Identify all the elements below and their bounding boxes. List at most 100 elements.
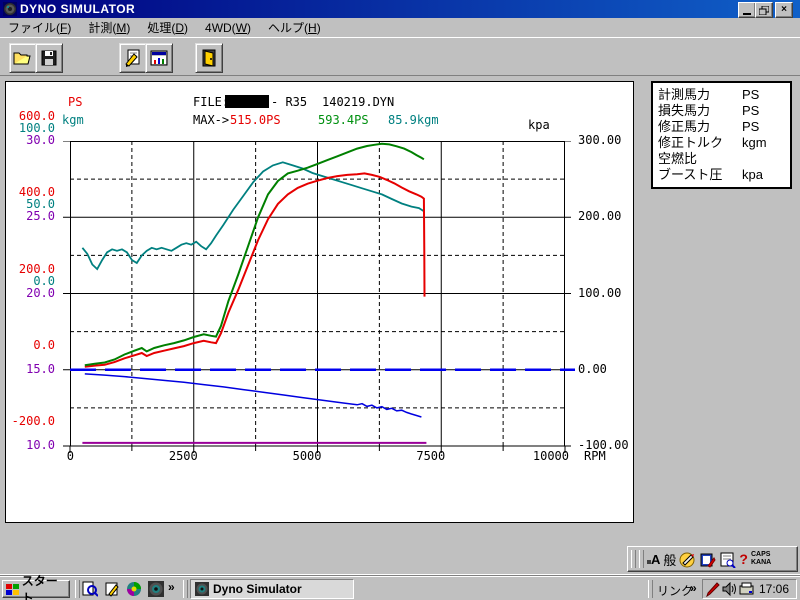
y-axis-label: 200.0 (18, 261, 55, 276)
menu-item-M[interactable]: 計測(M) (88, 19, 130, 36)
legend-label-4: 空燃比 (658, 151, 698, 166)
legend-unit-3: kgm (742, 135, 767, 150)
legend-label-3: 修正トルク (658, 135, 724, 150)
ime-caps-kana-indicator[interactable]: CAPS KANA (751, 551, 771, 567)
max-measured-ps: 515.0PS (230, 113, 281, 127)
task-button-dyno-simulator[interactable]: Dyno Simulator (190, 579, 354, 599)
legend-label-5: ブースト圧 (658, 167, 723, 182)
app-icon (3, 2, 17, 16)
file-name: - R35 (271, 95, 308, 109)
curve-ps-blue (84, 373, 422, 418)
windows-logo-icon (6, 583, 19, 595)
legend-row-0: 計測馬力 PS (653, 87, 790, 103)
quicklaunch-overflow-chevron[interactable]: » (168, 580, 175, 594)
menubar: ファイル(F) 計測(M) 処理(D) 4WD(W) ヘルプ(H) (0, 18, 800, 37)
quicklaunch-separator (75, 580, 80, 598)
task-label: Dyno Simulator (213, 582, 302, 596)
legend-row-4: 空燃比 (653, 151, 790, 167)
right-axis-label: -100.00 (578, 438, 629, 452)
y-axis-label: 0.0 (33, 337, 55, 352)
menu-item-F[interactable]: ファイル(F) (8, 19, 71, 36)
quicklaunch-dyno-icon[interactable] (148, 581, 164, 597)
restore-icon (759, 5, 769, 15)
y-axis-label: 0.0 (33, 273, 55, 288)
document-pencil-icon (125, 49, 140, 67)
menu-item-H[interactable]: ヘルプ(H) (268, 19, 321, 36)
ime-help-button[interactable]: ? (739, 551, 748, 567)
screen: DYNO SIMULATOR × ファイル(F) 計測(M) 処理(D) 4WD(W)… (0, 0, 800, 600)
report-view-button[interactable] (145, 43, 173, 73)
titlebar: DYNO SIMULATOR × (0, 0, 800, 18)
legend-label-2: 修正馬力 (658, 119, 711, 134)
right-axis-label: 300.00 (578, 133, 622, 147)
legend-box: 計測馬力 PS 損失馬力 PS 修正馬力 PS 修正トルク kgm 空燃比 ブースト圧 kpa (651, 81, 792, 189)
file-name-redaction (225, 95, 269, 108)
toolbar (0, 37, 800, 76)
ime-bar: A 般 ? CAPS KANA (627, 546, 798, 572)
close-button[interactable]: × (775, 2, 793, 18)
start-label: スタート (21, 574, 58, 600)
legend-row-1: 損失馬力 PS (653, 103, 790, 119)
right-axis-label: 0.00 (578, 361, 607, 376)
floppy-disk-icon (41, 50, 57, 66)
legend-row-5: ブースト圧 kpa (653, 167, 790, 183)
legend-row-2: 修正馬力 PS (653, 119, 790, 135)
menu-item-D[interactable]: 処理(D) (147, 19, 188, 36)
ime-tools-icon[interactable] (679, 551, 696, 568)
quicklaunch-search-icon[interactable] (82, 581, 98, 597)
legend-row-3: 修正トルク kgm (653, 135, 790, 151)
max-corrected-ps: 593.4PS (318, 113, 369, 127)
tray-volume-icon[interactable] (722, 582, 737, 596)
tray-clock[interactable]: 17:06 (759, 582, 789, 596)
task-dyno-icon (195, 582, 209, 596)
legend-unit-0: PS (742, 87, 760, 102)
legend-unit-5: kpa (742, 167, 763, 182)
exit-door-icon (202, 49, 216, 67)
right-axis-label: 100.00 (578, 285, 622, 300)
legend-unit-2: PS (742, 119, 760, 134)
tray-device-icon[interactable] (739, 582, 754, 596)
links-toolbar-label[interactable]: リンク (657, 582, 693, 599)
tray-pen-icon[interactable] (706, 581, 720, 597)
ime-drag-handle[interactable] (631, 550, 636, 568)
measure-edit-button[interactable] (119, 43, 147, 73)
ime-pad-icon[interactable] (719, 551, 737, 568)
max-torque-kgm: 85.9kgm (388, 113, 439, 127)
minimize-button[interactable] (738, 2, 756, 18)
max-label: MAX-> (193, 113, 230, 127)
menu-item-W[interactable]: 4WD(W) (205, 21, 251, 35)
links-overflow-chevron[interactable]: » (690, 581, 697, 595)
kgm-axis-title: kgm (62, 113, 84, 127)
save-file-button[interactable] (35, 43, 63, 73)
ime-dictionary-icon[interactable] (699, 551, 716, 568)
start-button[interactable]: スタート (2, 574, 70, 600)
exit-button[interactable] (195, 43, 223, 73)
curve-ps-red (84, 172, 426, 368)
minimize-icon (743, 13, 751, 15)
y-axis-label: 20.0 (26, 285, 55, 300)
task-separator (183, 580, 188, 598)
legend-label-0: 計測馬力 (658, 87, 711, 102)
legend-unit-1: PS (742, 103, 760, 118)
file-label: FILE: (193, 95, 230, 109)
file-name-date: 140219.DYN (322, 95, 395, 109)
open-folder-icon (13, 52, 31, 65)
quicklaunch-notepad-icon[interactable] (104, 581, 120, 597)
y-axis-label: 30.0 (26, 133, 55, 147)
links-separator[interactable] (648, 580, 653, 598)
ime-conversion-mode-button[interactable]: 般 (663, 550, 676, 569)
system-tray: 17:06 (702, 579, 797, 599)
ime-input-mode-button[interactable]: A (647, 552, 660, 567)
window-title: DYNO SIMULATOR (20, 2, 136, 16)
quicklaunch-app-icon[interactable] (126, 581, 142, 597)
right-axis-unit-label: kpa (528, 118, 550, 132)
restore-button[interactable] (755, 2, 773, 18)
close-icon: × (781, 4, 787, 15)
legend-label-1: 損失馬力 (658, 103, 711, 118)
y-axis-label: -200.0 (11, 414, 55, 428)
chart-window-icon (150, 50, 168, 66)
ps-axis-title: PS (68, 95, 83, 109)
open-file-button[interactable] (9, 43, 37, 73)
y-axis-label: 25.0 (26, 209, 55, 224)
ime-drag-handle2[interactable] (639, 550, 644, 568)
